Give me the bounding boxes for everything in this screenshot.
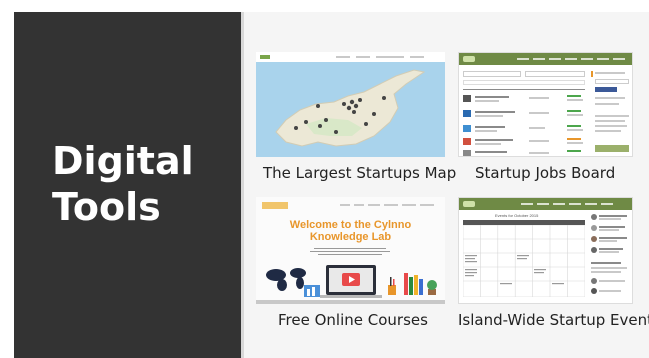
card-jobs-board[interactable]: Startup Jobs Board [458, 52, 638, 182]
startup-events-caption[interactable]: Island-Wide Startup Events [458, 311, 649, 329]
pencil-cup-icon [388, 277, 396, 295]
courses-subtitle [314, 248, 386, 249]
card-startup-events[interactable]: Events for October 2015 Island-Wide Star… [458, 197, 649, 332]
online-courses-thumbnail[interactable]: Welcome to the Cylnno Knowledge Lab [256, 197, 445, 304]
startups-map-caption[interactable]: The Largest Startups Map [263, 164, 456, 182]
events-calendar-grid [463, 225, 585, 297]
courses-illustration [266, 265, 437, 298]
world-map-icon [266, 268, 306, 291]
jobs-search-input [463, 71, 521, 77]
section-title-line2: Tools [52, 185, 161, 229]
map-logo-icon [260, 55, 270, 59]
map-nav-item [376, 56, 404, 58]
startups-map-thumbnail[interactable] [256, 52, 445, 157]
jobs-logo-icon [463, 56, 475, 62]
map-nav-item [410, 56, 424, 58]
online-courses-caption[interactable]: Free Online Courses [278, 311, 428, 329]
events-calendar-title: Events for October 2015 [495, 213, 539, 218]
courses-title-line1: Welcome to the Cylnno [289, 219, 412, 231]
courses-title-line2: Knowledge Lab [309, 231, 392, 243]
books-icon [404, 273, 423, 295]
map-nav-item [336, 56, 350, 58]
jobs-board-caption[interactable]: Startup Jobs Board [475, 164, 615, 182]
events-logo-icon [463, 201, 475, 207]
jobs-filter-input [463, 80, 585, 85]
courses-footer-bar [256, 300, 445, 304]
cyprus-map[interactable] [256, 62, 445, 157]
courses-logo-icon [262, 202, 288, 209]
left-panel: Digital Tools [14, 12, 242, 358]
courses-welcome-title: Welcome to the Cylnno Knowledge Lab [256, 219, 445, 243]
card-startups-map[interactable]: The Largest Startups Map [256, 52, 456, 182]
plant-icon [427, 280, 437, 295]
map-nav-item [356, 56, 370, 58]
startup-events-thumbnail[interactable]: Events for October 2015 [458, 197, 633, 304]
jobs-board-thumbnail[interactable] [458, 52, 633, 157]
jobs-location-input [525, 71, 585, 77]
section-title: Digital Tools [52, 138, 194, 230]
card-online-courses[interactable]: Welcome to the Cylnno Knowledge Lab Free… [256, 197, 446, 332]
section-title-line1: Digital [52, 139, 194, 183]
jobs-filter-bar [463, 89, 585, 90]
chart-board-icon [304, 285, 320, 297]
